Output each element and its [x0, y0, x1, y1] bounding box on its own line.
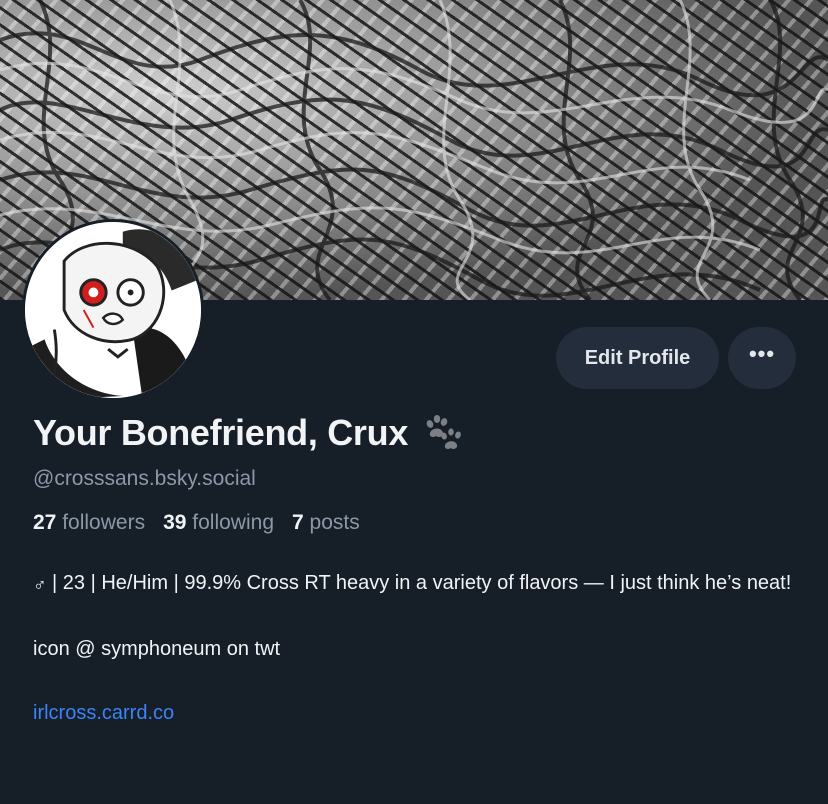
- following-stat[interactable]: 39 following: [163, 511, 274, 535]
- bio-line-1: ♂ | 23 | He/Him | 99.9% Cross RT heavy i…: [33, 567, 803, 601]
- followers-stat[interactable]: 27 followers: [33, 511, 145, 535]
- posts-stat: 7 posts: [292, 511, 360, 535]
- display-name: Your Bonefriend, Crux: [33, 412, 409, 453]
- followers-label: followers: [62, 511, 146, 534]
- avatar-artwork: [25, 222, 201, 398]
- avatar[interactable]: [22, 219, 204, 401]
- bio-spacer: [33, 601, 803, 633]
- ellipsis-icon: •••: [748, 341, 776, 366]
- followers-count: 27: [33, 511, 57, 534]
- bio-text: | 23 | He/Him | 99.9% Cross RT heavy in …: [46, 572, 792, 594]
- bio-spacer: [33, 665, 803, 697]
- bio-link[interactable]: irlcross.carrd.co: [33, 702, 174, 724]
- profile-stats: 27 followers 39 following 7 posts: [33, 511, 378, 535]
- handle[interactable]: @crosssans.bsky.social: [33, 467, 256, 491]
- paw-print-icon: [426, 415, 461, 449]
- following-label: following: [192, 511, 274, 534]
- name-row: Your Bonefriend, Crux: [33, 412, 466, 454]
- posts-label: posts: [309, 511, 360, 534]
- male-symbol-icon: ♂: [33, 575, 47, 595]
- profile-bio: ♂ | 23 | He/Him | 99.9% Cross RT heavy i…: [33, 567, 803, 729]
- bio-line-2: icon @ symphoneum on twt: [33, 638, 281, 660]
- following-count: 39: [163, 511, 187, 534]
- more-options-button[interactable]: •••: [728, 327, 796, 389]
- edit-profile-button[interactable]: Edit Profile: [556, 327, 719, 389]
- posts-count: 7: [292, 511, 304, 534]
